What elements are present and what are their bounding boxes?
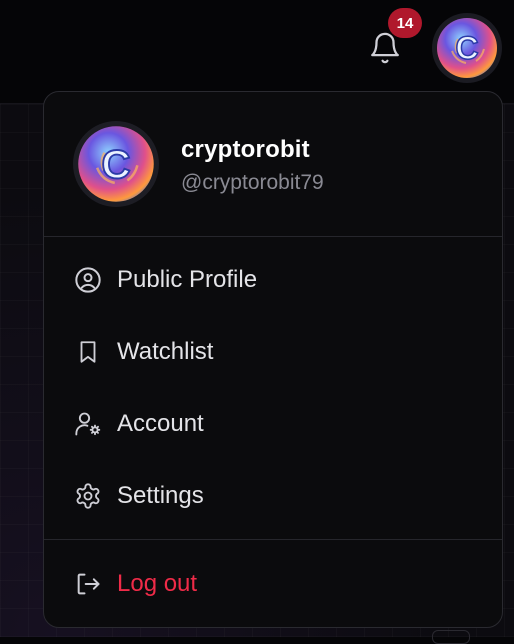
logout-label: Log out: [117, 570, 198, 597]
avatar-letter: C: [101, 142, 130, 187]
background-control: [432, 630, 470, 644]
user-display-name: cryptorobit: [181, 136, 310, 163]
menu-item-label: Settings: [117, 482, 204, 509]
logout-icon: [74, 570, 102, 598]
menu-divider: [44, 539, 502, 540]
avatar-image: C: [437, 18, 497, 78]
menu-item-watchlist[interactable]: Watchlist: [44, 316, 502, 388]
notification-count-badge: 14: [388, 8, 422, 38]
menu-divider: [44, 236, 502, 237]
menu-item-label: Account: [117, 410, 204, 437]
user-summary: C cryptorobit @cryptorobit79: [44, 92, 502, 237]
user-dropdown-menu: C cryptorobit @cryptorobit79 Public Prof…: [43, 91, 503, 628]
user-avatar-button[interactable]: C: [432, 13, 502, 83]
menu-item-public-profile[interactable]: Public Profile: [44, 244, 502, 316]
user-circle-icon: [74, 266, 102, 294]
avatar-image: C: [78, 126, 154, 202]
menu-item-account[interactable]: Account: [44, 388, 502, 460]
menu-item-settings[interactable]: Settings: [44, 460, 502, 532]
bookmark-icon: [74, 338, 102, 366]
profile-avatar: C: [73, 121, 159, 207]
avatar-letter: C: [455, 30, 478, 66]
user-handle: @cryptorobit79: [181, 171, 324, 194]
menu-item-label: Watchlist: [117, 338, 214, 365]
user-cog-icon: [74, 410, 102, 438]
menu-item-label: Public Profile: [117, 266, 258, 293]
gear-icon: [74, 482, 102, 510]
logout-button[interactable]: Log out: [44, 548, 502, 620]
